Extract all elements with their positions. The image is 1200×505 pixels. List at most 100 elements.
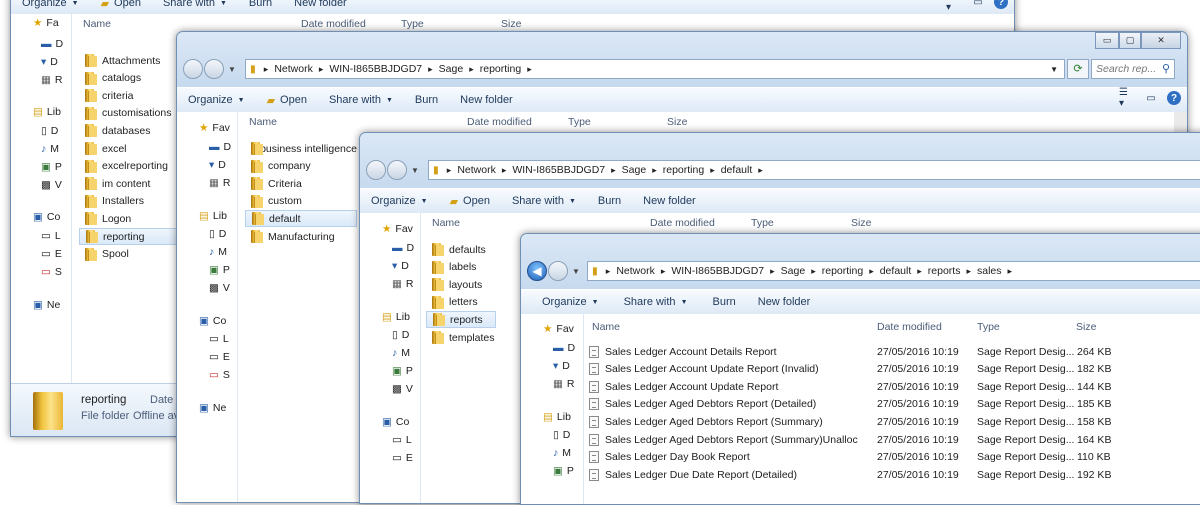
column-date-modified[interactable]: Date modified — [301, 18, 366, 30]
nav-downloads[interactable]: ▾ D — [41, 56, 58, 68]
folder-row[interactable]: default — [245, 210, 357, 228]
folder-row[interactable]: im content — [79, 175, 179, 192]
folder-row[interactable]: Spool — [79, 246, 179, 263]
column-type[interactable]: Type — [751, 217, 774, 229]
nav-pictures[interactable]: ▣ P — [553, 465, 574, 477]
nav-drive-s[interactable]: ▭ S — [209, 369, 230, 381]
help-icon[interactable]: ? — [1167, 91, 1181, 105]
folder-row[interactable]: excel — [79, 140, 179, 157]
breadcrumb-item[interactable]: reporting — [663, 164, 704, 176]
breadcrumb-item[interactable]: Sage — [622, 164, 647, 176]
nav-documents[interactable]: ▯ D — [41, 125, 58, 137]
nav-desktop[interactable]: ▬ D — [41, 38, 63, 50]
organize-menu[interactable]: Organize ▼ — [177, 94, 256, 106]
column-type[interactable]: Type — [568, 116, 591, 128]
folder-row[interactable]: reports — [426, 311, 496, 329]
nav-documents[interactable]: ▯ D — [553, 429, 570, 441]
nav-drive-e[interactable]: ▭ E — [392, 452, 413, 464]
organize-menu[interactable]: Organize ▼ — [521, 296, 610, 308]
open-button[interactable]: ▰ Open — [256, 94, 318, 107]
organize-menu[interactable]: Organize ▼ — [360, 195, 439, 207]
nav-recent[interactable]: ▦ R — [41, 74, 63, 86]
folder-row[interactable]: company — [245, 158, 357, 175]
nav-music[interactable]: ♪ M — [209, 246, 227, 258]
nav-videos[interactable]: ▩ V — [209, 282, 230, 294]
nav-recent[interactable]: ▦ R — [392, 278, 414, 290]
burn-button[interactable]: Burn — [699, 296, 747, 308]
file-row[interactable]: Sales Ledger Account Update Report 27/05/… — [589, 378, 1149, 395]
preview-pane-icon[interactable]: ▭ — [1143, 90, 1159, 106]
breadcrumb-separator-icon[interactable]: ▸ — [966, 266, 971, 277]
nav-favorites[interactable]: ★ Fa — [33, 17, 59, 29]
column-name[interactable]: Name — [249, 116, 277, 128]
view-options-icon[interactable]: ☰ ▾ — [1119, 87, 1135, 109]
breadcrumb-item[interactable]: Network — [616, 265, 655, 277]
nav-videos[interactable]: ▩ V — [41, 179, 62, 191]
forward-button[interactable] — [548, 261, 568, 281]
explorer-window-4[interactable]: ◀ ▼ ▮ ▸ Network ▸ WIN-I865BBJDGD7 ▸ Sage ▸ repo… — [520, 233, 1200, 505]
breadcrumb-separator-icon[interactable]: ▸ — [611, 165, 616, 176]
column-size[interactable]: Size — [667, 116, 687, 128]
nav-downloads[interactable]: ▾ D — [209, 159, 226, 171]
back-button[interactable] — [366, 160, 386, 180]
folder-row[interactable]: excelreporting — [79, 158, 179, 175]
folder-row[interactable]: databases — [79, 122, 179, 139]
nav-libraries[interactable]: ▤ Lib — [33, 106, 61, 118]
folder-row[interactable]: Installers — [79, 193, 179, 210]
nav-music[interactable]: ♪ M — [553, 447, 571, 459]
breadcrumb-item[interactable]: WIN-I865BBJDGD7 — [329, 63, 422, 75]
nav-desktop[interactable]: ▬ D — [209, 141, 231, 153]
breadcrumb-separator-icon[interactable]: ▸ — [264, 64, 269, 75]
maximize-button[interactable]: ▢ — [1119, 32, 1141, 49]
breadcrumb-separator-icon[interactable]: ▸ — [758, 165, 763, 176]
folder-row[interactable]: letters — [426, 294, 496, 311]
forward-button[interactable] — [387, 160, 407, 180]
address-bar[interactable]: ▮ ▸ Network ▸ WIN-I865BBJDGD7 ▸ Sage ▸ reportin… — [245, 59, 1065, 79]
file-row[interactable]: Sales Ledger Aged Debtors Report (Summar… — [589, 431, 1149, 448]
nav-videos[interactable]: ▩ V — [392, 383, 413, 395]
new-folder-button[interactable]: New folder — [449, 94, 524, 106]
forward-button[interactable] — [204, 59, 224, 79]
breadcrumb-item[interactable]: sales — [977, 265, 1002, 277]
open-button[interactable]: ▰ Open — [439, 195, 501, 208]
folder-row[interactable]: customisations — [79, 105, 179, 122]
burn-button[interactable]: Burn — [404, 94, 449, 106]
breadcrumb-item[interactable]: WIN-I865BBJDGD7 — [671, 265, 764, 277]
column-size[interactable]: Size — [851, 217, 871, 229]
help-icon[interactable]: ? — [994, 0, 1008, 9]
folder-row[interactable]: custom — [245, 193, 357, 210]
nav-downloads[interactable]: ▾ D — [392, 260, 409, 272]
search-input[interactable]: Search rep... ⚲ — [1091, 59, 1175, 79]
nav-libraries[interactable]: ▤ Lib — [199, 210, 227, 222]
new-folder-button[interactable]: New folder — [632, 195, 707, 207]
share-with-menu[interactable]: Share with ▼ — [501, 195, 587, 207]
breadcrumb-separator-icon[interactable]: ▸ — [502, 165, 507, 176]
open-button[interactable]: ▰ Open — [90, 0, 152, 10]
nav-favorites[interactable]: ★ Fav — [543, 323, 574, 335]
recent-pages-chevron-icon[interactable]: ▼ — [228, 65, 236, 74]
nav-music[interactable]: ♪ M — [41, 143, 59, 155]
file-row[interactable]: Sales Ledger Account Update Report (Inva… — [589, 361, 1149, 378]
folder-row[interactable]: Criteria — [245, 175, 357, 192]
nav-local-disk[interactable]: ▭ L — [392, 434, 412, 446]
nav-network[interactable]: ▣ Ne — [199, 402, 226, 414]
minimize-button[interactable]: ▭ — [1095, 32, 1119, 49]
share-with-menu[interactable]: Share with ▼ — [318, 94, 404, 106]
new-folder-button[interactable]: New folder — [747, 296, 822, 308]
view-options-icon[interactable]: ☰ ▾ — [946, 0, 962, 13]
close-button[interactable]: ✕ — [1141, 32, 1181, 49]
recent-pages-chevron-icon[interactable]: ▼ — [411, 166, 419, 175]
breadcrumb-item[interactable]: Network — [274, 63, 313, 75]
folder-row[interactable]: labels — [426, 259, 496, 276]
breadcrumb-item[interactable]: WIN-I865BBJDGD7 — [512, 164, 605, 176]
folder-row[interactable]: defaults — [426, 241, 496, 258]
nav-recent[interactable]: ▦ R — [553, 378, 575, 390]
nav-favorites[interactable]: ★ Fav — [199, 122, 230, 134]
preview-pane-icon[interactable]: ▭ — [970, 0, 986, 10]
breadcrumb-item[interactable]: reporting — [822, 265, 863, 277]
column-size[interactable]: Size — [501, 18, 521, 30]
column-name[interactable]: Name — [432, 217, 460, 229]
file-row[interactable]: Sales Ledger Aged Debtors Report (Summar… — [589, 413, 1149, 430]
nav-recent[interactable]: ▦ R — [209, 177, 231, 189]
burn-button[interactable]: Burn — [238, 0, 283, 9]
